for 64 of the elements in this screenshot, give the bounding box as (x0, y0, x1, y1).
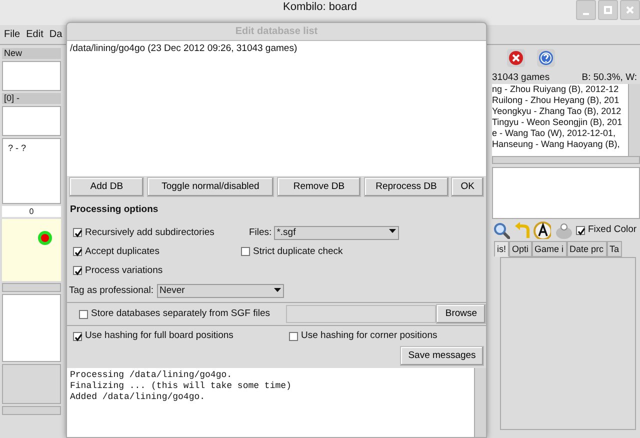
browse-button[interactable]: Browse (436, 304, 486, 324)
game-list-item[interactable]: Tingyu - Weon Seongjin (B), 201 (492, 117, 628, 128)
checkmark-icon (577, 226, 586, 236)
minimize-button[interactable] (576, 0, 596, 20)
save-messages-button[interactable]: Save messages (400, 346, 484, 366)
game-list-item[interactable]: Yeongkyu - Zhang Tao (B), 2012 (492, 106, 628, 117)
tab[interactable]: is! (494, 241, 509, 257)
maximize-icon (603, 5, 613, 16)
files-label: Files: (249, 226, 272, 240)
close-icon (625, 5, 635, 16)
game-list-item[interactable]: e - Wang Tao (W), 2012-12-01, (492, 128, 628, 139)
tab[interactable]: Date prc (566, 241, 607, 257)
option-checkbox[interactable]: Accept duplicates (73, 244, 241, 259)
database-item[interactable]: /data/lining/go4go (23 Dec 2012 09:26, 31043 games) (70, 42, 483, 56)
game-list-item[interactable]: ng - Zhou Ruiyang (B), 2012-12 (492, 84, 628, 95)
dialog-button[interactable]: Add DB (69, 177, 144, 197)
text-area (2, 61, 61, 91)
game-count: 31043 games (492, 71, 550, 84)
vertical-scrollbar[interactable] (628, 84, 640, 156)
move-number: 0 (2, 206, 61, 217)
tab[interactable]: Game i (532, 241, 567, 257)
path-field[interactable] (286, 305, 436, 324)
menu-item[interactable]: Edit (26, 27, 44, 42)
win-stats: B: 50.3%, W: (582, 71, 637, 84)
fixed-color-checkbox[interactable]: Fixed Color (576, 222, 637, 238)
game-list-item[interactable]: Hanseung - Wang Haoyang (B), (492, 139, 628, 150)
search-icon[interactable] (492, 221, 510, 239)
tab[interactable]: Ta (606, 241, 622, 257)
dialog-button[interactable]: Reprocess DB (364, 177, 449, 197)
option-checkbox[interactable]: Process variations (73, 264, 163, 278)
game-info: ? - ? (2, 138, 61, 204)
stone-icon (38, 231, 52, 245)
menu-item[interactable]: Da (49, 27, 62, 42)
option-checkbox[interactable]: Store databases separately from SGF files (79, 307, 286, 322)
tag-dropdown[interactable]: Never (156, 284, 284, 298)
checkmark-icon (74, 332, 83, 342)
option-checkbox[interactable]: Use hashing for corner positions (289, 329, 438, 344)
text-area (2, 294, 61, 362)
help-button[interactable] (536, 48, 556, 68)
panel-header: [0] - (2, 93, 61, 104)
horizontal-scrollbar[interactable] (2, 283, 61, 292)
vertical-scrollbar[interactable] (474, 368, 486, 437)
option-checkbox[interactable]: Use hashing for full board positions (73, 329, 289, 344)
game-list-item[interactable]: Ruilong - Zhou Heyang (B), 201 (492, 95, 628, 106)
horizontal-scrollbar[interactable] (2, 406, 61, 415)
horizontal-scrollbar[interactable] (492, 156, 640, 164)
minimize-icon (583, 13, 589, 15)
tab[interactable]: Opti (509, 241, 532, 257)
dialog-button[interactable]: OK (451, 177, 484, 197)
tag-label: Tag as professional: (69, 284, 154, 298)
menu-item[interactable]: File (4, 27, 20, 42)
letter-a-icon[interactable] (533, 221, 551, 239)
option-checkbox[interactable]: Recursively add subdirectories (73, 226, 249, 240)
files-dropdown[interactable]: *.sgf (274, 226, 399, 240)
close-button[interactable] (620, 0, 640, 20)
section-title: Processing options (69, 203, 160, 217)
dialog-button[interactable]: Toggle normal/disabled (146, 177, 274, 197)
dialog-button[interactable]: Remove DB (276, 177, 362, 197)
maximize-button[interactable] (598, 0, 618, 20)
panel-header: New (2, 48, 61, 59)
text-area (2, 106, 61, 136)
message-log: Processing /data/lining/go4go. Finalizing ... (this will take some time) Added /data/lining/go4go. (67, 368, 474, 437)
option-checkbox[interactable]: Strict duplicate check (241, 244, 343, 259)
cancel-button[interactable] (506, 48, 526, 68)
